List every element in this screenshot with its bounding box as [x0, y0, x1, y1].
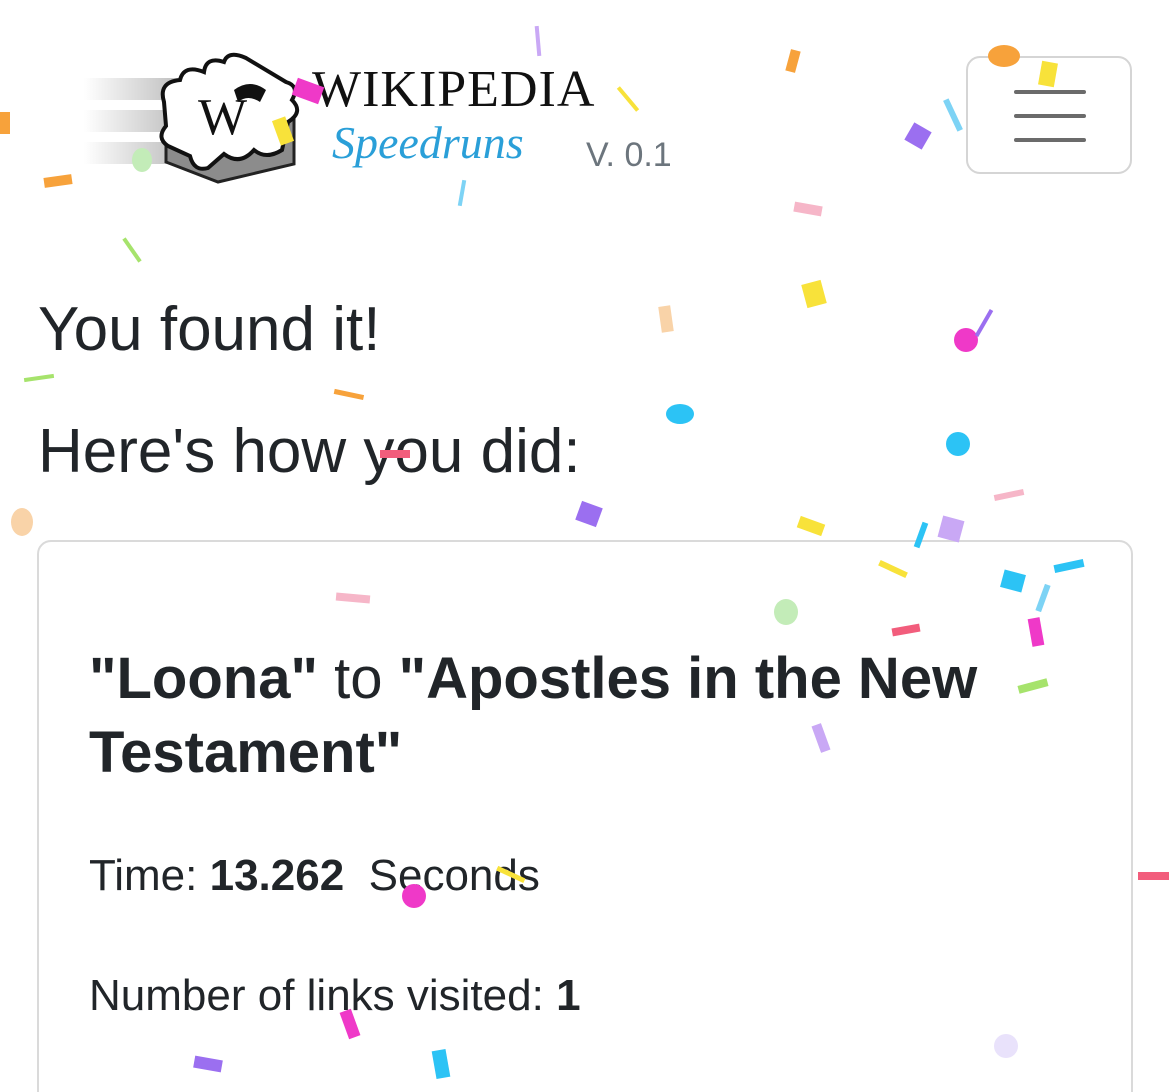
- confetti-piece: [785, 49, 801, 73]
- route-title: "Loona" to "Apostles in the New Testamen…: [89, 642, 1089, 790]
- confetti-piece: [11, 508, 33, 536]
- confetti-piece: [796, 515, 826, 537]
- confetti-piece: [575, 500, 603, 528]
- confetti-piece: [43, 174, 73, 188]
- confetti-piece: [793, 201, 823, 217]
- links-value: 1: [556, 971, 581, 1020]
- confetti-piece: [974, 309, 994, 337]
- time-value: 13.262: [209, 851, 345, 900]
- results-page: W WIKIPEDIA Speedruns V. 0.1 You found i…: [0, 0, 1169, 1092]
- result-card: "Loona" to "Apostles in the New Testamen…: [37, 540, 1133, 1092]
- links-stat: Number of links visited: 1: [89, 974, 581, 1018]
- confetti-piece: [801, 279, 827, 309]
- confetti-piece: [1138, 872, 1169, 880]
- wikipedia-puzzle-icon: W: [159, 52, 300, 184]
- confetti-piece: [904, 122, 932, 150]
- confetti-piece: [946, 432, 970, 456]
- summary-heading: Here's how you did:: [38, 417, 581, 486]
- confetti-piece: [943, 98, 963, 132]
- site-subtitle: Speedruns: [332, 117, 524, 168]
- confetti-piece: [993, 488, 1025, 502]
- confetti-piece: [937, 515, 965, 543]
- confetti-piece: [658, 305, 674, 333]
- confetti-piece: [666, 404, 694, 424]
- menu-toggle-button[interactable]: [966, 56, 1132, 174]
- time-stat: Time: 13.262 Seconds: [89, 854, 540, 898]
- brand-logo[interactable]: W WIKIPEDIA Speedruns V. 0.1: [80, 42, 700, 192]
- confetti-piece: [333, 388, 365, 401]
- version-label: V. 0.1: [586, 136, 672, 174]
- logo-letter: W: [198, 89, 247, 146]
- confetti-piece: [954, 328, 978, 352]
- site-title: WIKIPEDIA: [312, 61, 596, 118]
- time-unit: Seconds: [368, 851, 540, 900]
- route-to: to: [334, 646, 383, 711]
- confetti-piece: [0, 112, 10, 134]
- confetti-piece: [122, 237, 142, 263]
- success-heading: You found it!: [38, 295, 381, 364]
- links-label: Number of links visited:: [89, 971, 544, 1020]
- route-start: "Loona": [89, 646, 318, 711]
- time-label: Time:: [89, 851, 198, 900]
- confetti-piece: [23, 373, 55, 383]
